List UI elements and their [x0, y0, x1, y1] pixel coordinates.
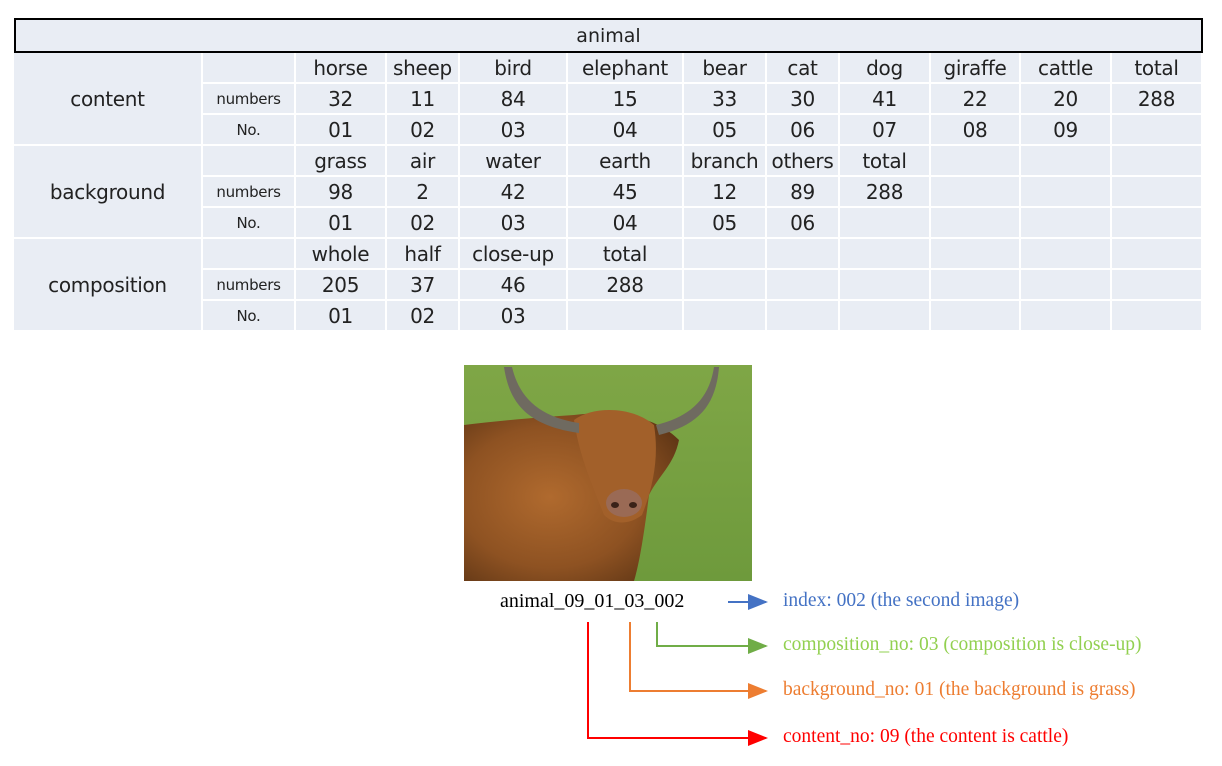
content-annotation: content_no: 09 (the content is cattle)	[783, 726, 1069, 747]
composition-arrow	[656, 622, 768, 654]
composition-annotation: composition_no: 03 (composition is close…	[783, 634, 1142, 655]
index-annotation: index: 002 (the second image)	[783, 590, 1020, 611]
content-arrow	[587, 622, 768, 746]
background-arrow	[629, 622, 768, 699]
background-annotation: background_no: 01 (the background is gra…	[783, 679, 1136, 700]
